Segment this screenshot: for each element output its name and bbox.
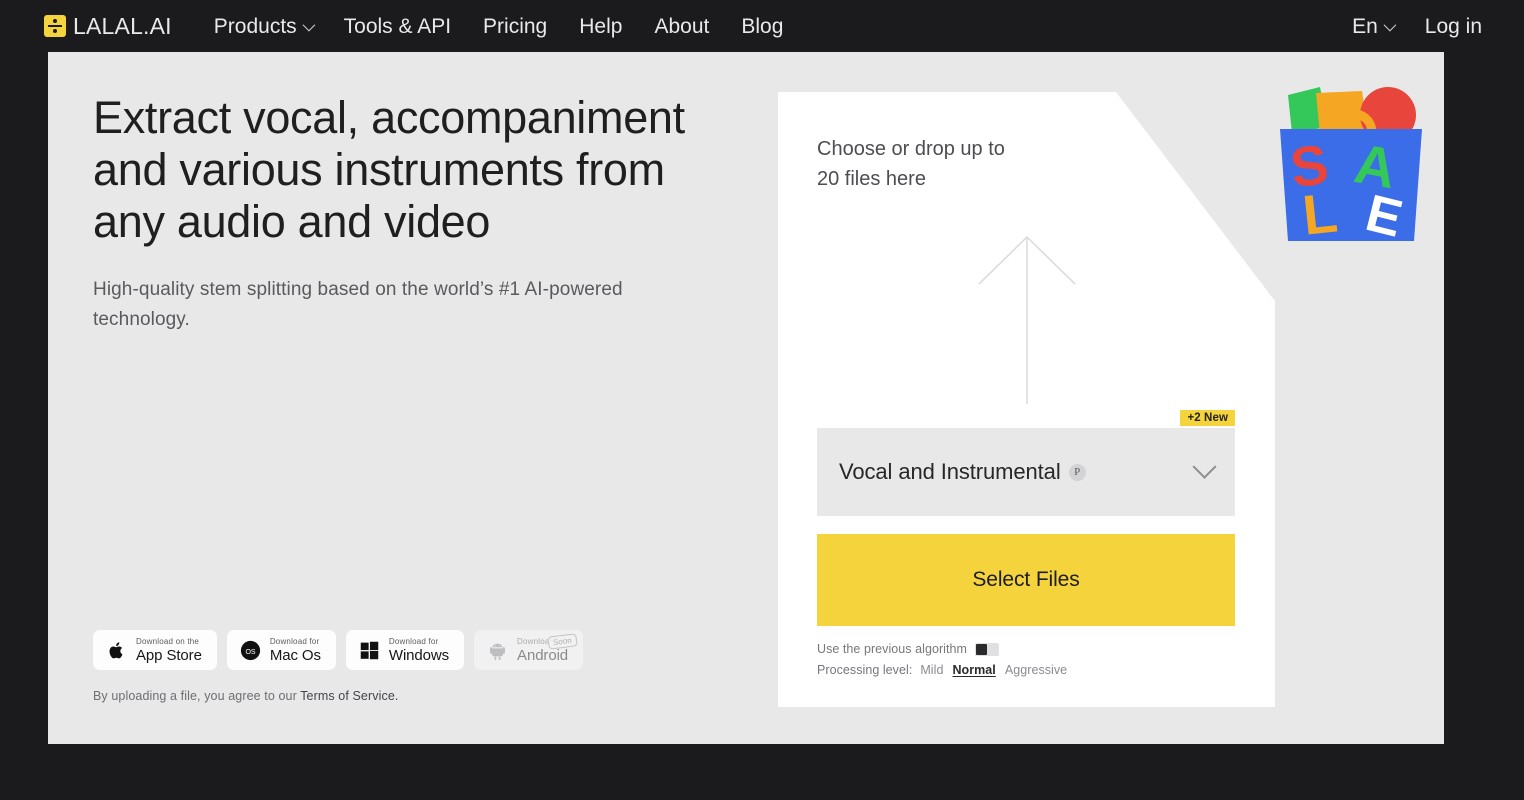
legal-notice: By uploading a file, you agree to our Te… (93, 689, 398, 703)
download-badge-windows[interactable]: Download for Windows (345, 630, 465, 670)
division-logo-icon (44, 15, 66, 37)
download-badge-app-store[interactable]: Download on the App Store (93, 630, 217, 670)
language-selector[interactable]: En (1336, 16, 1409, 37)
coming-soon-badge: Soon (547, 633, 578, 650)
hero-subtitle: High-quality stem splitting based on the… (93, 279, 623, 330)
download-badge-big-label: App Store (136, 646, 202, 664)
top-navigation-bar: LALAL.AI Products Tools & API Pricing He… (0, 0, 1524, 52)
new-options-badge: +2 New (1180, 410, 1235, 426)
download-badge-small-label: Download for (269, 636, 320, 646)
android-icon (490, 643, 505, 660)
select-files-button[interactable]: Select Files (817, 534, 1235, 626)
stem-type-selector-label: Vocal and Instrumental P (839, 459, 1086, 485)
sale-letter-l: L (1300, 180, 1341, 245)
apple-icon (109, 641, 123, 658)
dropzone-instructions: Choose or drop up to 20 files here (817, 138, 1005, 190)
download-badge-small-label: Download on the (136, 636, 200, 646)
nav-item-help[interactable]: Help (563, 16, 638, 37)
previous-algorithm-row: Use the previous algorithm (817, 642, 1235, 656)
download-badge-text: Download on the App Store (136, 636, 202, 664)
macos-icon: OS (240, 640, 260, 660)
download-badge-big-label: Android (517, 646, 569, 664)
processing-level-label: Processing level: (817, 663, 913, 677)
login-link[interactable]: Log in (1409, 16, 1498, 37)
download-badge-mac-os[interactable]: OS Download for Mac Os (226, 630, 336, 670)
page-title: Extract vocal, accompaniment and various… (93, 92, 685, 247)
hero-text-block: Extract vocal, accompaniment and various… (93, 92, 713, 335)
processing-level-row: Processing level: Mild Normal Aggressive (817, 663, 1235, 677)
chevron-down-icon[interactable] (1192, 454, 1217, 479)
nav-item-pricing[interactable]: Pricing (467, 16, 563, 37)
download-badge-android: Download for Android Soon (474, 630, 584, 670)
upload-arrow-icon (974, 232, 1080, 412)
brand-name: LALAL.AI (73, 12, 172, 39)
download-badge-text: Download for Mac Os (269, 636, 321, 664)
language-selector-label: En (1352, 14, 1378, 38)
processing-level-aggressive[interactable]: Aggressive (1005, 663, 1067, 677)
download-badge-small-label: Download for (388, 636, 439, 646)
nav-right-group: En Log in (1336, 16, 1498, 37)
nav-item-tools-api[interactable]: Tools & API (328, 16, 467, 37)
upload-panel[interactable]: Choose or drop up to 20 files here +2 Ne… (778, 92, 1275, 707)
nav-item-blog[interactable]: Blog (725, 16, 799, 37)
legal-notice-text: By uploading a file, you agree to our (93, 689, 301, 703)
download-badges: Download on the App Store OS Download fo… (93, 630, 584, 670)
chevron-down-icon (302, 18, 315, 31)
stem-type-selector[interactable]: +2 New Vocal and Instrumental P (817, 410, 1235, 516)
processing-level-options: Mild Normal Aggressive (920, 663, 1067, 677)
svg-text:OS: OS (245, 649, 255, 656)
nav-item-products[interactable]: Products (198, 16, 328, 37)
download-badge-big-label: Mac Os (269, 646, 321, 664)
hero-section: Extract vocal, accompaniment and various… (48, 52, 1444, 744)
brand-logo[interactable]: LALAL.AI (44, 13, 172, 40)
nav-left-group: LALAL.AI Products Tools & API Pricing He… (44, 13, 799, 40)
chevron-down-icon (1383, 18, 1397, 31)
processing-level-mild[interactable]: Mild (920, 663, 943, 677)
nav-item-about[interactable]: About (638, 16, 725, 37)
sale-shopping-bag-graphic[interactable]: S A L E (1276, 85, 1426, 249)
terms-of-service-link[interactable]: Terms of Service. (300, 689, 398, 703)
premium-p-icon: P (1068, 463, 1086, 481)
download-badge-big-label: Windows (388, 646, 450, 664)
windows-icon (360, 641, 379, 659)
nav-item-products-label: Products (213, 14, 297, 38)
download-badge-text: Download for Windows (388, 636, 450, 664)
previous-algorithm-toggle[interactable] (974, 642, 999, 656)
upload-options: Use the previous algorithm Processing le… (817, 642, 1235, 684)
previous-algorithm-label: Use the previous algorithm (817, 642, 967, 656)
stem-type-selector-value: Vocal and Instrumental (839, 459, 1061, 484)
processing-level-normal[interactable]: Normal (952, 663, 995, 677)
